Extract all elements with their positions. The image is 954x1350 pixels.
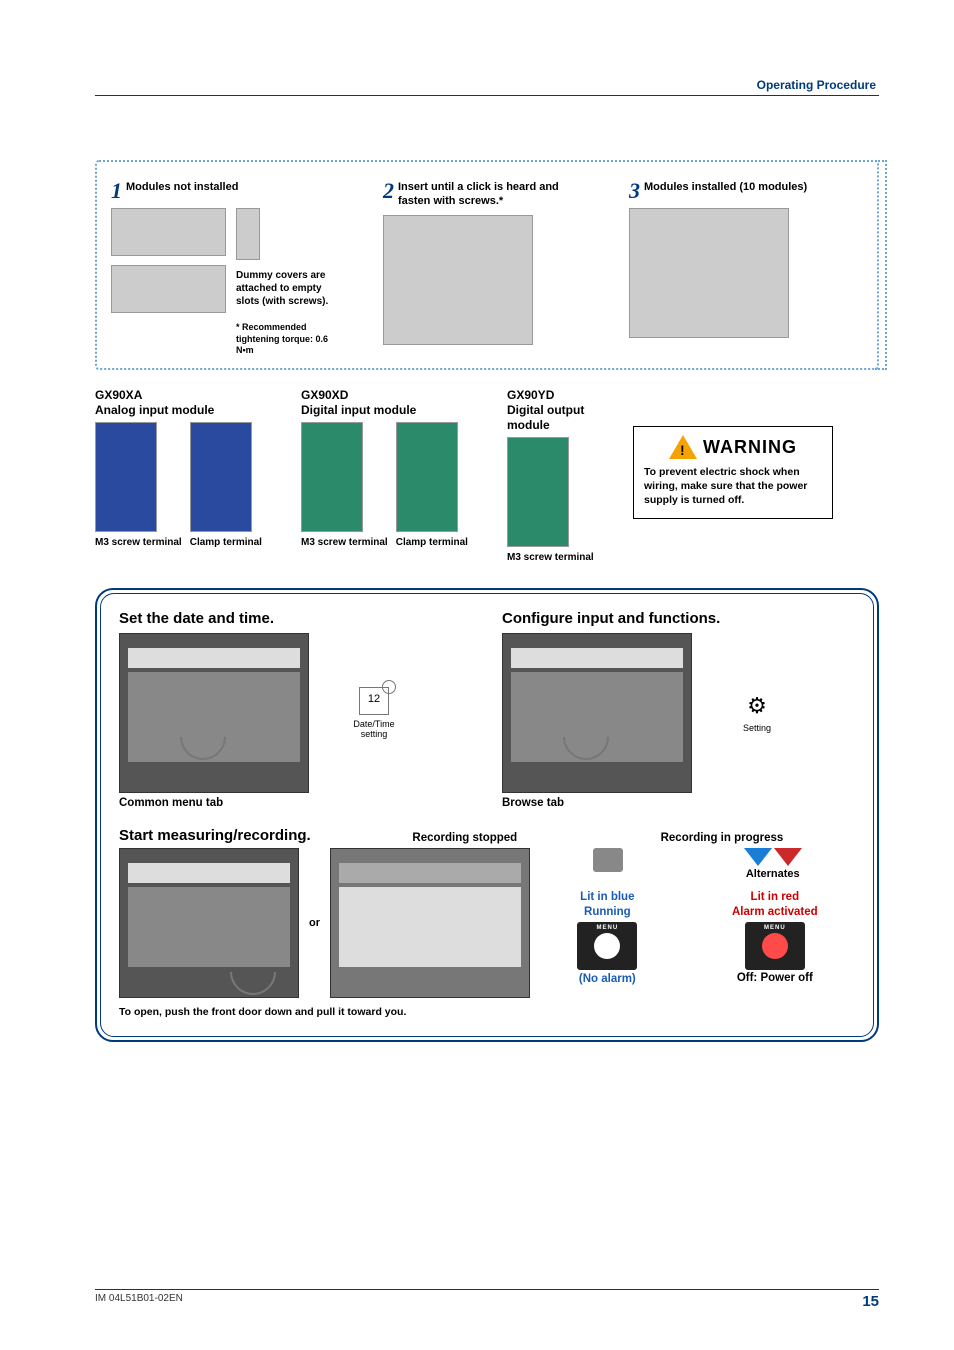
gx90xa-code: GX90XA	[95, 388, 142, 402]
step-2-num: 2	[383, 180, 394, 202]
module-types-row: GX90XAAnalog input module M3 screw termi…	[95, 388, 879, 564]
clock-icon	[382, 680, 396, 694]
indicator-column: Alternates Lit in blue Running MENU	[540, 848, 855, 987]
setting-icon-cap: Setting	[743, 723, 771, 733]
datetime-icon-cap: Date/Time setting	[339, 719, 409, 739]
alarm-activated-label: Alarm activated	[732, 905, 818, 920]
gx90xd-name: Digital input module	[301, 403, 416, 417]
step-3-title: Modules installed (10 modules)	[644, 180, 807, 194]
step-1-num: 1	[111, 180, 122, 202]
rec-stopped-group	[593, 848, 623, 874]
step-2: 2 Insert until a click is heard and fast…	[383, 180, 617, 345]
common-menu-tab-caption: Common menu tab	[119, 797, 472, 809]
footer-doc-id: IM 04L51B01-02EN	[95, 1293, 183, 1310]
rec-progress-label: Recording in progress	[661, 832, 784, 844]
start-measuring-section: Start measuring/recording. Recording sto…	[119, 827, 855, 1018]
status-alarm-group: Lit in red Alarm activated MENU Off: Pow…	[732, 890, 818, 987]
page-footer: IM 04L51B01-02EN 15	[95, 1289, 879, 1310]
configure-title: Configure input and functions.	[502, 610, 855, 627]
status-alarm-indicator: MENU	[745, 922, 805, 970]
gx90yd-cap1: M3 screw terminal	[507, 552, 594, 564]
gx90xd-code: GX90XD	[301, 388, 348, 402]
status-running-indicator: MENU	[577, 922, 637, 970]
set-datetime-section: Set the date and time. 12 Date/Time sett…	[119, 610, 472, 809]
no-alarm-label: (No alarm)	[577, 972, 637, 987]
gear-icon: ⚙	[747, 693, 767, 719]
set-datetime-title: Set the date and time.	[119, 610, 472, 627]
dummy-cover-note: Dummy covers are attached to empty slots…	[236, 269, 331, 308]
rack-full-image	[629, 208, 789, 338]
warning-icon	[669, 435, 697, 459]
gx90xd-screw-image	[301, 422, 363, 532]
status-running-group: Lit in blue Running MENU (No alarm)	[577, 890, 637, 987]
start-measuring-title: Start measuring/recording.	[119, 827, 311, 844]
configure-section: Configure input and functions. ⚙ Setting…	[502, 610, 855, 809]
module-gx90yd: GX90YDDigital output module M3 screw ter…	[507, 388, 617, 564]
header-section: Operating Procedure	[757, 78, 876, 92]
gx90xd-cap2: Clamp terminal	[396, 537, 468, 549]
calendar-icon: 12	[359, 687, 389, 715]
or-label: or	[309, 917, 320, 929]
rec-progress-group: Alternates	[744, 848, 802, 880]
browse-tab-caption: Browse tab	[502, 797, 855, 809]
rack-empty-bottom-image	[111, 265, 226, 313]
step-1: 1 Modules not installed Dummy covers are…	[111, 180, 371, 357]
module-gx90xd: GX90XDDigital input module M3 screw term…	[301, 388, 491, 564]
step-3: 3 Modules installed (10 modules)	[629, 180, 863, 338]
warning-word: WARNING	[703, 437, 797, 458]
gx90xa-screw-image	[95, 422, 157, 532]
rack-empty-top-image	[111, 208, 226, 256]
power-off-label: Off: Power off	[732, 972, 818, 984]
alternates-label: Alternates	[744, 868, 802, 880]
arrow-down-red-icon	[774, 848, 802, 866]
measuring-screenshot-a	[119, 848, 299, 998]
set-datetime-screenshot	[119, 633, 309, 793]
insert-module-image	[383, 215, 533, 345]
step-2-title: Insert until a click is heard and fasten…	[398, 180, 568, 209]
warning-box: WARNING To prevent electric shock when w…	[633, 426, 833, 519]
open-door-note: To open, push the front door down and pu…	[119, 1006, 855, 1018]
module-gx90xa: GX90XAAnalog input module M3 screw termi…	[95, 388, 285, 564]
step-1-title: Modules not installed	[126, 180, 238, 194]
install-steps: 1 Modules not installed Dummy covers are…	[95, 160, 879, 370]
arrow-down-blue-icon	[744, 848, 772, 866]
gx90xd-clamp-image	[396, 422, 458, 532]
measuring-screenshot-b	[330, 848, 530, 998]
lit-blue-label: Lit in blue	[577, 890, 637, 905]
rec-stopped-label: Recording stopped	[412, 832, 517, 844]
lit-red-label: Lit in red	[732, 890, 818, 905]
footer-page-number: 15	[862, 1293, 879, 1310]
gx90yd-name: Digital output module	[507, 403, 584, 432]
setting-icon-block: ⚙ Setting	[722, 678, 792, 748]
sd-stopped-icon	[593, 848, 623, 872]
warning-text: To prevent electric shock when wiring, m…	[644, 465, 822, 508]
warning-column: WARNING To prevent electric shock when w…	[633, 388, 833, 564]
datetime-icon-block: 12 Date/Time setting	[339, 678, 409, 748]
header-rule	[95, 95, 879, 96]
gx90xa-name: Analog input module	[95, 403, 214, 417]
gx90xa-cap1: M3 screw terminal	[95, 537, 182, 549]
dummy-cover-image	[236, 208, 260, 260]
step-3-num: 3	[629, 180, 640, 202]
torque-note: * Recommended tightening torque: 0.6 N•m	[236, 322, 331, 357]
gx90xa-cap2: Clamp terminal	[190, 537, 262, 549]
gx90yd-code: GX90YD	[507, 388, 554, 402]
config-panel: Set the date and time. 12 Date/Time sett…	[95, 588, 879, 1042]
configure-screenshot	[502, 633, 692, 793]
running-label: Running	[577, 905, 637, 920]
gx90xa-clamp-image	[190, 422, 252, 532]
gx90xd-cap1: M3 screw terminal	[301, 537, 388, 549]
gx90yd-screw-image	[507, 437, 569, 547]
